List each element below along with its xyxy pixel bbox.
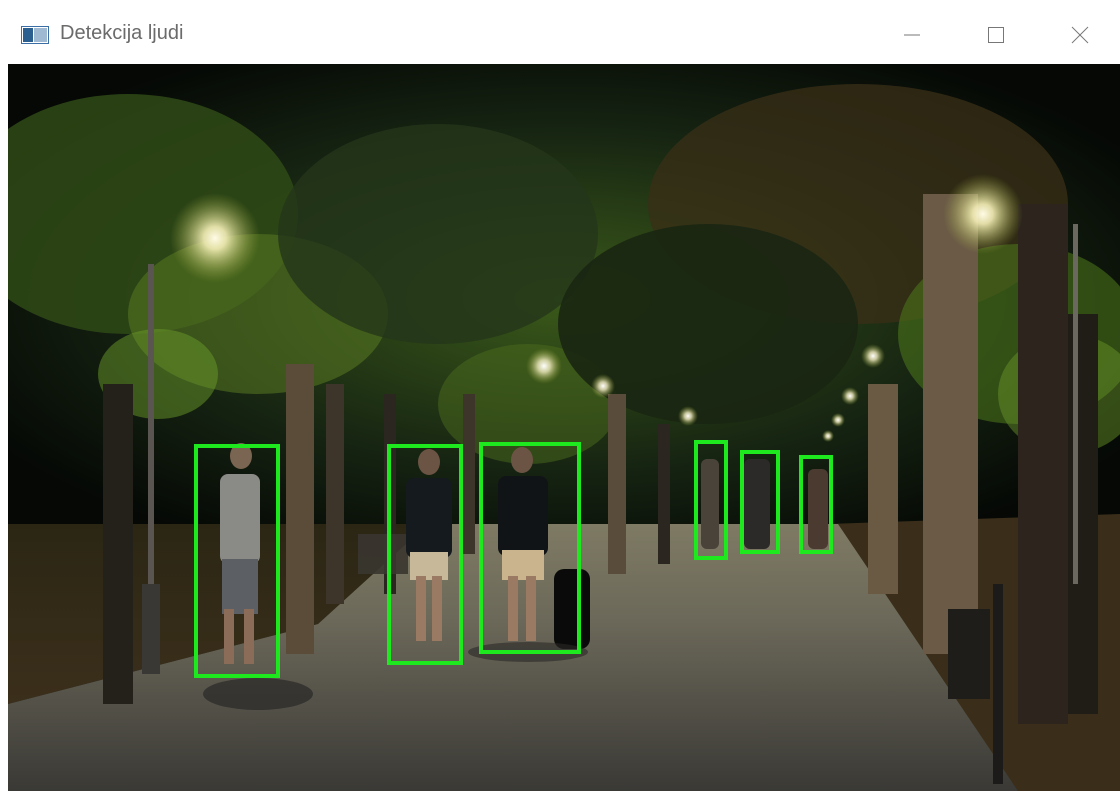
title-bar[interactable]: Detekcija ljudi	[0, 0, 1120, 64]
image-viewport	[8, 64, 1120, 791]
window-border	[0, 64, 8, 791]
maximize-icon	[988, 27, 1004, 43]
close-icon	[1071, 26, 1089, 44]
person-detection-box	[740, 450, 780, 554]
minimize-icon	[904, 34, 920, 36]
close-button[interactable]	[1057, 14, 1103, 56]
person-detection-box	[479, 442, 581, 654]
app-window: Detekcija ljudi	[0, 0, 1120, 791]
window-title: Detekcija ljudi	[60, 22, 184, 44]
person-detection-box	[194, 444, 280, 678]
night-park-photo	[8, 64, 1120, 791]
person-detection-box	[387, 444, 463, 665]
maximize-button[interactable]	[973, 14, 1019, 56]
app-icon	[21, 26, 49, 44]
person-detection-box	[694, 440, 728, 560]
minimize-button[interactable]	[889, 14, 935, 56]
person-detection-box	[799, 455, 833, 554]
